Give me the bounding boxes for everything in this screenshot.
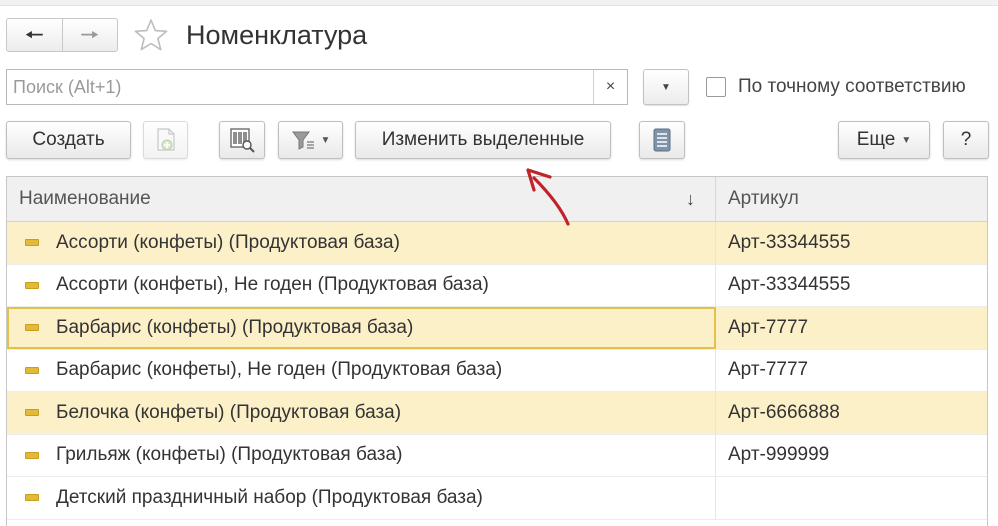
create-button[interactable]: Создать — [6, 121, 131, 159]
search-history-dropdown[interactable]: ▼ — [643, 69, 689, 105]
table-row[interactable]: Барбарис (конфеты) (Продуктовая база) Ар… — [7, 307, 987, 350]
arrow-right-icon: 🠖 — [80, 22, 100, 47]
table-cell-name: Барбарис (конфеты), Не годен (Продуктова… — [7, 349, 716, 391]
chevron-down-icon: ▼ — [320, 134, 331, 146]
table-row[interactable]: Ассорти (конфеты), Не годен (Продуктовая… — [7, 264, 987, 307]
item-marker-icon — [25, 451, 39, 459]
table-row[interactable]: Ассорти (конфеты) (Продуктовая база) Арт… — [7, 222, 987, 265]
item-marker-icon — [25, 324, 39, 332]
item-name: Грильяж (конфеты) (Продуктовая база) — [56, 444, 403, 466]
table-cell-name: Ассорти (конфеты), Не годен (Продуктовая… — [7, 264, 716, 306]
more-button[interactable]: Еще ▼ — [838, 121, 930, 159]
navigation-buttons: 🠔 🠖 — [6, 18, 118, 52]
table-cell-name: Белочка (конфеты) (Продуктовая база) — [7, 392, 716, 434]
table-row[interactable]: Грильяж (конфеты) (Продуктовая база) Арт… — [7, 434, 987, 477]
sort-descending-icon: ↓ — [686, 189, 695, 209]
list-button[interactable] — [639, 121, 685, 159]
item-marker-icon — [25, 409, 39, 417]
column-header-name[interactable]: Наименование ↓ — [7, 177, 716, 221]
table-row[interactable]: Детский праздничный набор (Продуктовая б… — [7, 477, 987, 520]
nomenclature-table: Наименование ↓ Артикул Ассорти (конфеты)… — [6, 176, 988, 526]
table-cell-article: Арт-33344555 — [728, 231, 851, 253]
table-cell-name: Барбарис (конфеты) (Продуктовая база) — [7, 307, 716, 349]
arrow-left-icon: 🠔 — [24, 22, 44, 47]
back-button[interactable]: 🠔 — [7, 19, 63, 51]
item-marker-icon — [25, 366, 39, 374]
chevron-down-icon: ▼ — [661, 81, 671, 93]
table-cell-article: Арт-999999 — [728, 444, 830, 466]
chevron-down-icon: ▼ — [901, 134, 912, 146]
table-row[interactable]: Барбарис (конфеты), Не годен (Продуктова… — [7, 349, 987, 392]
table-cell-article — [716, 477, 987, 519]
window-top-border — [0, 0, 998, 6]
item-marker-icon — [25, 494, 39, 502]
column-header-article[interactable]: Артикул — [716, 177, 987, 221]
star-icon[interactable] — [133, 17, 169, 53]
table-cell-name: Детский праздничный набор (Продуктовая б… — [7, 477, 716, 519]
item-name: Белочка (конфеты) (Продуктовая база) — [56, 401, 402, 423]
table-header: Наименование ↓ Артикул — [7, 177, 987, 222]
filter-button[interactable]: ▼ — [278, 121, 343, 159]
search-input[interactable] — [7, 70, 595, 104]
item-name: Барбарис (конфеты), Не годен (Продуктова… — [56, 359, 503, 381]
barcode-search-button[interactable] — [219, 121, 265, 159]
table-cell-article: Арт-7777 — [728, 359, 809, 381]
barcode-search-icon — [230, 128, 255, 153]
item-name: Барбарис (конфеты) (Продуктовая база) — [56, 316, 414, 338]
close-icon: × — [605, 78, 616, 95]
more-button-label: Еще — [856, 129, 896, 150]
item-name: Детский праздничный набор (Продуктовая б… — [56, 486, 483, 508]
filter-icon — [291, 131, 314, 150]
item-name: Ассорти (конфеты) (Продуктовая база) — [56, 231, 400, 253]
item-name: Ассорти (конфеты), Не годен (Продуктовая… — [56, 274, 489, 296]
table-cell-name: Ассорти (конфеты) (Продуктовая база) — [7, 222, 716, 264]
table-cell-name: Грильяж (конфеты) (Продуктовая база) — [7, 434, 716, 476]
column-header-name-label: Наименование — [19, 188, 151, 209]
table-cell-article: Арт-6666888 — [728, 401, 840, 423]
copy-button[interactable] — [143, 121, 188, 159]
clear-search-button[interactable]: × — [593, 70, 627, 104]
page-title: Номенклатура — [186, 20, 368, 50]
help-button[interactable]: ? — [943, 121, 989, 159]
table-cell-article: Арт-7777 — [728, 316, 809, 338]
exact-match-checkbox[interactable] — [706, 77, 726, 97]
item-marker-icon — [25, 281, 39, 289]
copy-document-icon — [156, 128, 175, 151]
edit-selected-button[interactable]: Изменить выделенные — [355, 121, 611, 159]
list-icon — [653, 128, 671, 152]
forward-button[interactable]: 🠖 — [63, 19, 118, 51]
item-marker-icon — [25, 239, 39, 247]
exact-match-label[interactable]: По точному соответствию — [738, 76, 966, 98]
table-row[interactable]: Белочка (конфеты) (Продуктовая база) Арт… — [7, 392, 987, 435]
table-cell-article: Арт-33344555 — [728, 274, 851, 296]
search-box: × — [6, 69, 628, 105]
